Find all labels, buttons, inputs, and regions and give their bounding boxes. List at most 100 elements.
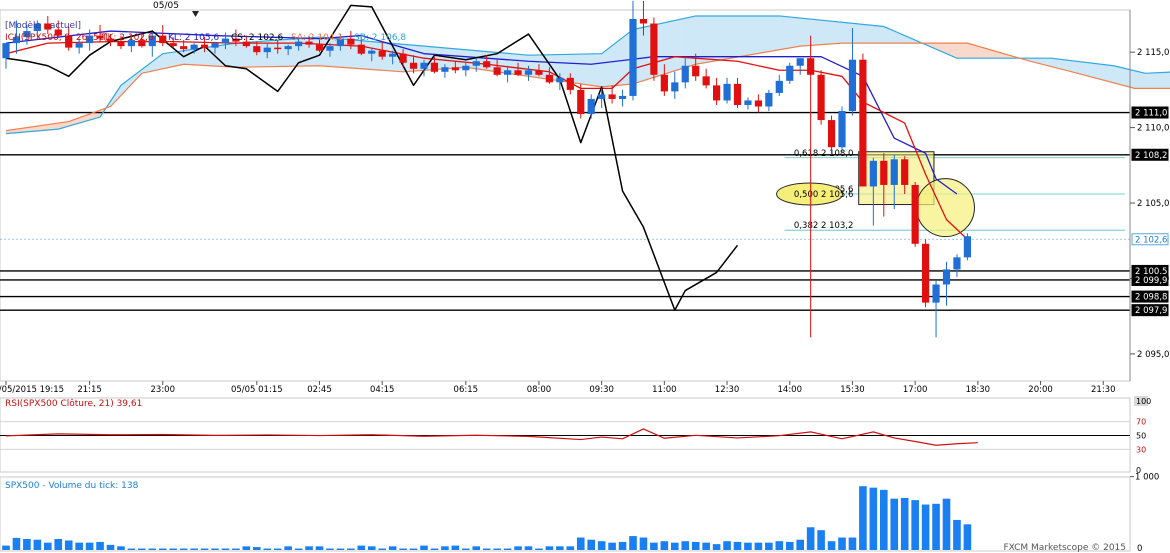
zone-circle (915, 178, 975, 238)
rsi-tick-label: 100 (1136, 397, 1151, 406)
cloud-segment (481, 50, 488, 71)
volume-bar (671, 542, 679, 550)
candle-body (650, 23, 658, 75)
cloud-segment (1108, 64, 1114, 84)
time-axis[interactable]: 04/05/2015 19:15 21:15 23:00 05/05 01:15 02:… (0, 381, 1116, 395)
volume-zero-label: 0 (1137, 544, 1142, 553)
cloud-segment (538, 54, 545, 79)
cloud-segment (251, 41, 258, 68)
volume-bar (388, 546, 397, 550)
candle-body (514, 70, 522, 75)
cloud-segment (737, 15, 744, 58)
volume-bar (127, 548, 136, 550)
fib-label: 0,618 2 108,0 (794, 149, 853, 159)
cloud-segment (705, 15, 712, 63)
candle-body (639, 18, 648, 24)
candle-body (284, 46, 292, 50)
volume-bar (806, 527, 815, 550)
candle-body (744, 100, 752, 105)
volume-bar (618, 541, 627, 550)
cloud-segment (846, 22, 853, 44)
volume-bar (754, 542, 763, 550)
volume-bar (942, 498, 951, 550)
volume-bar (660, 541, 669, 550)
cloud-segment (826, 20, 832, 45)
cloud-segment (444, 47, 451, 70)
volume-bar (138, 548, 146, 550)
candle-body (75, 43, 83, 48)
cs-label: CS: 2 102,6 (231, 33, 284, 43)
cloud-segment (721, 15, 728, 61)
candle-body (733, 83, 742, 105)
volume-bar (117, 546, 125, 550)
cloud-segment (956, 42, 963, 59)
volume-bar (859, 486, 867, 550)
candle-body (577, 89, 585, 115)
volume-bar (23, 539, 31, 550)
candle-body (598, 94, 606, 99)
cloud-segment (475, 50, 482, 70)
cloud-segment (878, 25, 885, 44)
time-tick-label: 09:30 (589, 385, 614, 395)
cloud-segment (1165, 71, 1170, 89)
volume-bar (441, 546, 449, 550)
cloud-segment (778, 15, 785, 51)
cloud-segment (669, 20, 676, 73)
rsi-tick-label: 70 (1136, 418, 1146, 427)
volume-bar (253, 547, 261, 550)
price-level-label: 2 099,9 (1135, 276, 1167, 286)
cloud-segment (272, 39, 279, 67)
volume-bar (190, 548, 198, 550)
model-label: [Modèle : actuel] (5, 20, 81, 31)
candle-body (827, 120, 836, 148)
price-level-label: 2 102,6 (1135, 235, 1167, 245)
candle-body (796, 58, 804, 66)
rsi-label: RSI(SPX500 Clôture, 21) 39,61 (5, 398, 142, 409)
volume-bar (378, 548, 386, 550)
cloud-segment (961, 42, 968, 59)
candle-body (890, 159, 898, 185)
candle-body (671, 82, 679, 92)
cloud-segment (805, 18, 811, 47)
candle-body (859, 59, 867, 187)
cloud-segment (606, 45, 613, 87)
volume-bar (608, 542, 616, 550)
volume-bar (848, 537, 857, 550)
cloud-segment (1102, 64, 1109, 82)
cloud-segment (758, 15, 764, 54)
volume-bar (33, 539, 42, 550)
volume-bar (85, 542, 94, 550)
cloud-segment (664, 21, 670, 75)
cloud-segment (611, 41, 618, 87)
cloud-segment (831, 20, 838, 45)
volume-bar (242, 546, 251, 550)
cloud-segment (256, 40, 263, 68)
candle-body (702, 76, 710, 86)
volume-bar (482, 548, 491, 550)
volume-bar (932, 503, 940, 550)
volume-bar (869, 487, 878, 550)
volume-bar (712, 544, 721, 550)
price-axis[interactable]: 2 115,02 110,02 105,02 100,02 095,02 111… (1129, 10, 1169, 381)
candle-body (807, 58, 815, 75)
candle-body (263, 47, 271, 53)
candle-body (472, 61, 480, 66)
volume-bar (817, 530, 825, 550)
volume-bar (556, 546, 564, 550)
chart-root: 0,618 2 108,00,500 2 105,60,382 2 103,2 … (0, 0, 1170, 553)
time-tick-label: 14:00 (778, 385, 803, 395)
cloud-segment (470, 49, 477, 70)
volume-bar (775, 541, 784, 550)
volume-bar (535, 548, 543, 550)
time-tick-label: 05/05 01:15 (231, 385, 283, 395)
volume-bar (2, 545, 10, 550)
candle-body (451, 67, 459, 71)
cloud-segment (162, 52, 169, 70)
cloud-segment (266, 40, 273, 68)
cloud-segment (1149, 72, 1156, 89)
candle-body (953, 257, 961, 270)
volume-bar (357, 545, 366, 550)
cloud-segment (371, 41, 378, 71)
time-tick-label: 20:00 (1028, 385, 1053, 395)
cloud-segment (873, 25, 879, 44)
